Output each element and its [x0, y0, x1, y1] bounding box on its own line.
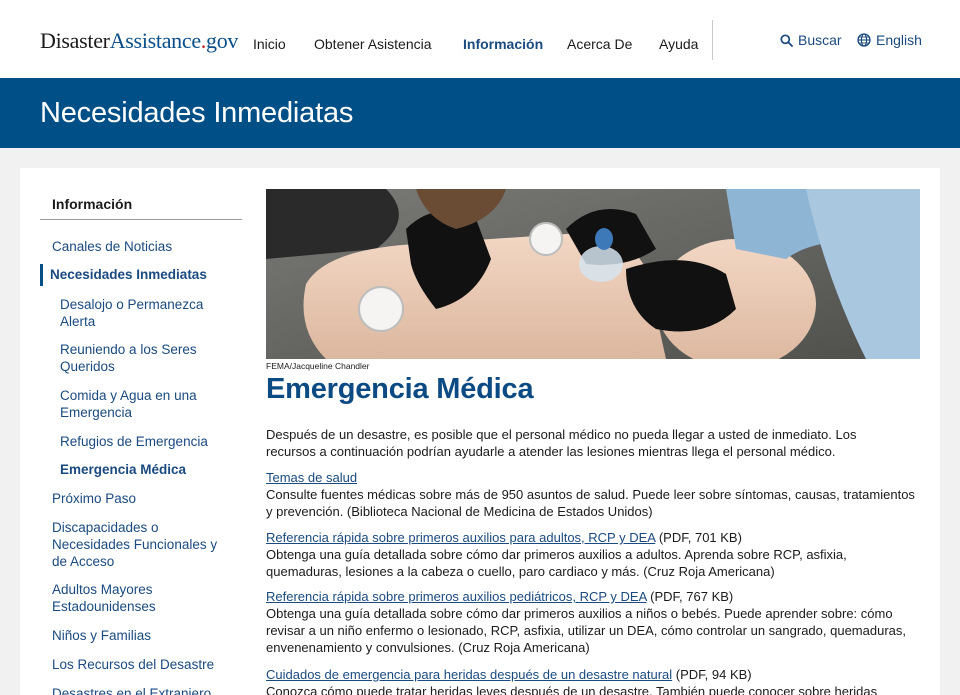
resource-item: Cuidados de emergencia para heridas desp… — [266, 666, 916, 695]
sidebar-item-discapacidades[interactable]: Discapacidades o Necesidades Funcionales… — [52, 519, 232, 570]
resource-file-meta: (PDF, 767 KB) — [646, 589, 734, 604]
nav-inicio[interactable]: Inicio — [253, 36, 286, 52]
language-label: English — [876, 32, 922, 48]
hero-photo — [266, 189, 920, 359]
sidebar-divider — [40, 219, 242, 220]
resource-file-meta: (PDF, 94 KB) — [672, 667, 752, 682]
sidebar-item-canales-de-noticias[interactable]: Canales de Noticias — [52, 238, 232, 255]
resource-link-adultos-pdf[interactable]: Referencia rápida sobre primeros auxilio… — [266, 530, 655, 545]
resource-description: Obtenga una guía detallada sobre cómo da… — [266, 547, 847, 579]
resource-item: Referencia rápida sobre primeros auxilio… — [266, 588, 916, 656]
sidebar-item-ninos-y-familias[interactable]: Niños y Familias — [52, 627, 232, 644]
site-logo[interactable]: DisasterAssistance.gov — [40, 28, 238, 54]
resource-item: Referencia rápida sobre primeros auxilio… — [266, 529, 916, 580]
logo-text-assistance: Assistance — [109, 28, 201, 53]
globe-icon — [857, 33, 871, 47]
sidebar-item-refugios[interactable]: Refugios de Emergencia — [60, 433, 240, 450]
sidebar-item-desastres-extranjero[interactable]: Desastres en el Extranjero — [52, 685, 232, 695]
logo-text-gov: gov — [206, 28, 239, 53]
resource-link-heridas-pdf[interactable]: Cuidados de emergencia para heridas desp… — [266, 667, 672, 682]
page-title: Necesidades Inmediatas — [40, 97, 354, 129]
photo-credit: FEMA/Jacqueline Chandler — [266, 361, 370, 371]
search-button[interactable]: Buscar — [780, 32, 842, 48]
sidebar-active-indicator — [40, 264, 43, 286]
search-icon — [780, 33, 793, 47]
resource-description: Conozca cómo puede tratar heridas leves … — [266, 684, 878, 695]
language-toggle[interactable]: English — [857, 32, 922, 48]
sidebar-item-proximo-paso[interactable]: Próximo Paso — [52, 490, 232, 507]
search-label: Buscar — [798, 32, 842, 48]
sidebar-item-desalojo[interactable]: Desalojo o Permanezca Alerta — [60, 296, 220, 330]
sidebar-item-comida-y-agua[interactable]: Comida y Agua en una Emergencia — [60, 387, 220, 421]
nav-obtener-asistencia[interactable]: Obtener Asistencia — [314, 36, 432, 52]
site-header: DisasterAssistance.gov Inicio Obtener As… — [0, 0, 960, 78]
nav-divider — [712, 20, 713, 60]
resource-item: Temas de salud Consulte fuentes médicas … — [266, 469, 916, 520]
nav-acerca-de[interactable]: Acerca De — [567, 36, 632, 52]
intro-paragraph: Después de un desastre, es posible que e… — [266, 427, 857, 459]
sidebar-item-adultos-mayores[interactable]: Adultos Mayores Estadounidenses — [52, 581, 202, 615]
page-banner: Necesidades Inmediatas — [0, 78, 960, 148]
resource-link-temas-de-salud[interactable]: Temas de salud — [266, 470, 357, 485]
resource-description: Obtenga una guía detallada sobre cómo da… — [266, 606, 906, 655]
sidebar-item-emergencia-medica[interactable]: Emergencia Médica — [60, 461, 240, 478]
sidebar-item-reuniendo[interactable]: Reuniendo a los Seres Queridos — [60, 341, 220, 375]
nav-informacion[interactable]: Información — [463, 36, 543, 52]
cpr-training-illustration — [266, 189, 920, 359]
resource-link-pediatricos-pdf[interactable]: Referencia rápida sobre primeros auxilio… — [266, 589, 647, 604]
sidebar-item-recursos-del-desastre[interactable]: Los Recursos del Desastre — [52, 656, 232, 673]
sidebar-heading: Información — [52, 196, 133, 212]
nav-ayuda[interactable]: Ayuda — [659, 36, 698, 52]
resource-file-meta: (PDF, 701 KB) — [655, 530, 742, 545]
resource-description: Consulte fuentes médicas sobre más de 95… — [266, 487, 915, 519]
section-title: Emergencia Médica — [266, 373, 534, 405]
sidebar-item-necesidades-inmediatas[interactable]: Necesidades Inmediatas — [50, 266, 230, 283]
logo-text-disaster: Disaster — [40, 28, 110, 53]
